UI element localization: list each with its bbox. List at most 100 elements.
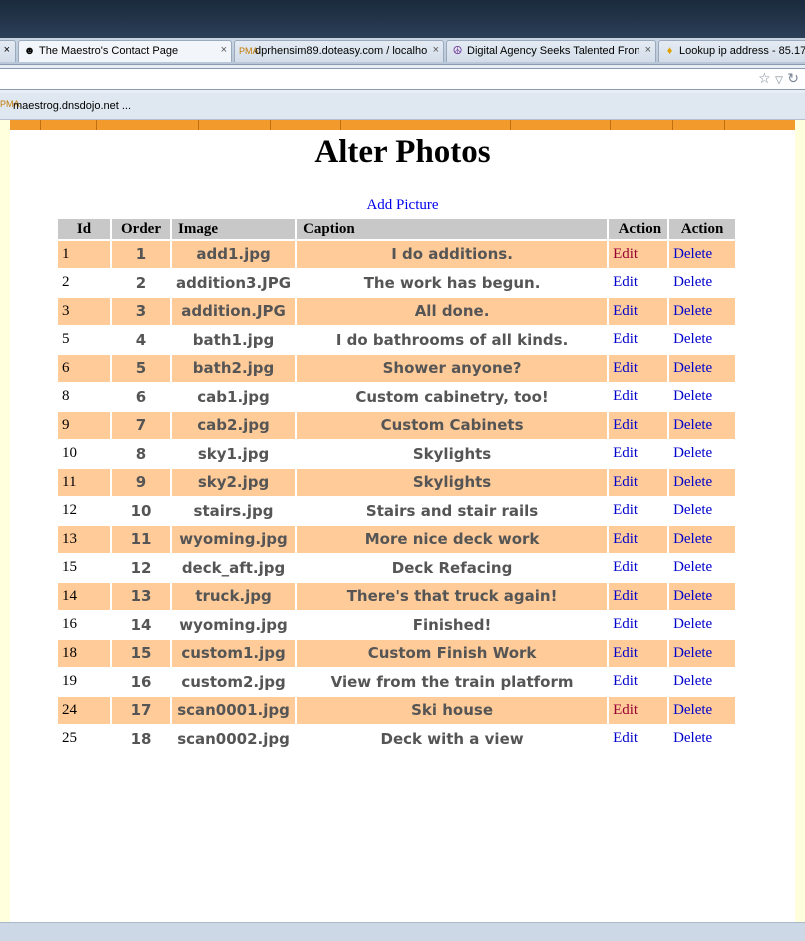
tab-doteasy[interactable]: PMA dprhensim89.doteasy.com / localhos..…	[234, 40, 444, 62]
cell-delete: Delete	[669, 270, 735, 297]
table-row: 12 10 stairs.jpg Stairs and stair rails Edit…	[58, 498, 735, 525]
delete-link[interactable]: Delete	[673, 616, 712, 632]
cell-image: sky2.jpg	[172, 469, 296, 496]
tab-maestro-contact[interactable]: ☻ The Maestro's Contact Page ×	[18, 40, 232, 62]
delete-link[interactable]: Delete	[673, 474, 712, 490]
cell-caption: More nice deck work	[297, 526, 608, 553]
cell-caption: Deck Refacing	[391, 558, 513, 577]
tab-label: The Maestro's Contact Page	[39, 45, 179, 57]
cell-order: 12	[130, 558, 152, 577]
cell-id: 2	[62, 274, 70, 291]
edit-link[interactable]: Edit	[613, 559, 638, 575]
tab-lookup-ip[interactable]: ♦ Lookup ip address - 85.17.29.	[658, 40, 805, 62]
edit-link[interactable]: Edit	[613, 531, 638, 547]
cell-image: wyoming.jpg	[172, 526, 296, 553]
cell-caption: Finished!	[412, 615, 492, 634]
photos-table: Id Order Image Caption Action Action 11a…	[56, 217, 737, 754]
cell-delete: Delete	[669, 298, 736, 325]
cell-image: bath2.jpg	[172, 355, 296, 382]
cell-edit: Edit	[609, 555, 667, 582]
cell-delete: Delete	[669, 612, 735, 639]
edit-link[interactable]: Edit	[613, 645, 638, 661]
table-row: 24 17 scan0001.jpg Ski house Edit Delete	[58, 697, 736, 724]
bookmark-item[interactable]: maestrog.dnsdojo.net ...	[13, 100, 131, 112]
edit-link[interactable]: Edit	[613, 730, 638, 746]
cell-caption: Custom Cabinets	[297, 412, 608, 439]
peace-icon: ☮	[452, 45, 463, 57]
edit-link[interactable]: Edit	[613, 502, 638, 518]
table-row: 25 18 scan0002.jpg Deck with a view Edit Dele…	[58, 726, 735, 753]
bookmark-star-icon[interactable]: ☆	[758, 71, 771, 87]
tab-partial[interactable]: ×	[0, 40, 16, 62]
site-nav-strip	[10, 120, 795, 130]
cell-caption: All done.	[297, 298, 608, 325]
delete-link[interactable]: Delete	[673, 331, 712, 347]
address-bar-icons: ☆ ▽ ↻	[758, 71, 799, 87]
cell-delete: Delete	[669, 669, 735, 696]
cell-image: scan0002.jpg	[177, 729, 290, 748]
bookmarks-bar: PMA maestrog.dnsdojo.net ...	[0, 93, 805, 120]
add-picture-link[interactable]: Add Picture	[10, 197, 795, 214]
delete-link[interactable]: Delete	[673, 531, 712, 547]
edit-link[interactable]: Edit	[613, 388, 638, 404]
nav-divider	[198, 120, 199, 130]
delete-link[interactable]: Delete	[673, 673, 712, 689]
edit-link[interactable]: Edit	[613, 616, 638, 632]
delete-link[interactable]: Delete	[673, 360, 712, 376]
edit-link[interactable]: Edit	[613, 303, 638, 319]
cell-delete: Delete	[669, 355, 736, 382]
cell-caption: I do bathrooms of all kinds.	[335, 330, 569, 349]
close-icon[interactable]: ×	[4, 44, 10, 56]
cell-delete: Delete	[669, 384, 735, 411]
table-row: 11 9 sky2.jpg Skylights Edit Delete	[58, 469, 736, 496]
cell-order: 13	[112, 583, 170, 610]
header-caption: Caption	[297, 219, 608, 239]
edit-link[interactable]: Edit	[613, 246, 638, 262]
edit-link[interactable]: Edit	[613, 331, 638, 347]
delete-link[interactable]: Delete	[673, 502, 712, 518]
delete-link[interactable]: Delete	[673, 559, 712, 575]
delete-link[interactable]: Delete	[673, 730, 712, 746]
nav-divider	[96, 120, 97, 130]
cell-delete: Delete	[669, 327, 735, 354]
edit-link[interactable]: Edit	[613, 417, 638, 433]
dropdown-icon[interactable]: ▽	[775, 75, 783, 86]
delete-link[interactable]: Delete	[673, 702, 712, 718]
close-icon[interactable]: ×	[645, 44, 651, 56]
page-title: Alter Photos	[314, 134, 491, 170]
cell-image: cab1.jpg	[197, 387, 270, 406]
table-row: 1 1 add1.jpg I do additions. Edit Delete	[58, 241, 736, 268]
delete-link[interactable]: Delete	[673, 388, 712, 404]
cell-id: 13	[58, 526, 110, 553]
header-order: Order	[112, 219, 170, 239]
edit-link[interactable]: Edit	[613, 673, 638, 689]
delete-link[interactable]: Delete	[673, 588, 712, 604]
edit-link[interactable]: Edit	[613, 588, 638, 604]
edit-link[interactable]: Edit	[613, 274, 638, 290]
address-input[interactable]: ☆ ▽ ↻	[0, 68, 805, 90]
cell-edit: Edit	[609, 583, 668, 610]
delete-link[interactable]: Delete	[673, 246, 712, 262]
edit-link[interactable]: Edit	[613, 474, 638, 490]
edit-link[interactable]: Edit	[613, 445, 638, 461]
table-row: 5 4 bath1.jpg I do bathrooms of all kinds. E…	[58, 327, 735, 354]
edit-link[interactable]: Edit	[613, 702, 638, 718]
close-icon[interactable]: ×	[433, 44, 439, 56]
close-icon[interactable]: ×	[221, 44, 227, 56]
cell-id: 10	[62, 445, 77, 462]
cell-caption: Ski house	[297, 697, 608, 724]
reload-icon[interactable]: ↻	[787, 71, 799, 87]
delete-link[interactable]: Delete	[673, 303, 712, 319]
delete-link[interactable]: Delete	[673, 274, 712, 290]
header-action-edit: Action	[609, 219, 668, 239]
delete-link[interactable]: Delete	[673, 417, 712, 433]
table-row: 2 2 addition3.JPG The work has begun. Edit De…	[58, 270, 735, 297]
table-row: 19 16 custom2.jpg View from the train platf…	[58, 669, 735, 696]
cell-order: 2	[135, 273, 147, 292]
tab-digital-agency[interactable]: ☮ Digital Agency Seeks Talented Front-..…	[446, 40, 656, 62]
delete-link[interactable]: Delete	[673, 445, 712, 461]
delete-link[interactable]: Delete	[673, 645, 712, 661]
edit-link[interactable]: Edit	[613, 360, 638, 376]
table-header-row: Id Order Image Caption Action Action	[58, 219, 736, 239]
cell-caption: Stairs and stair rails	[365, 501, 539, 520]
